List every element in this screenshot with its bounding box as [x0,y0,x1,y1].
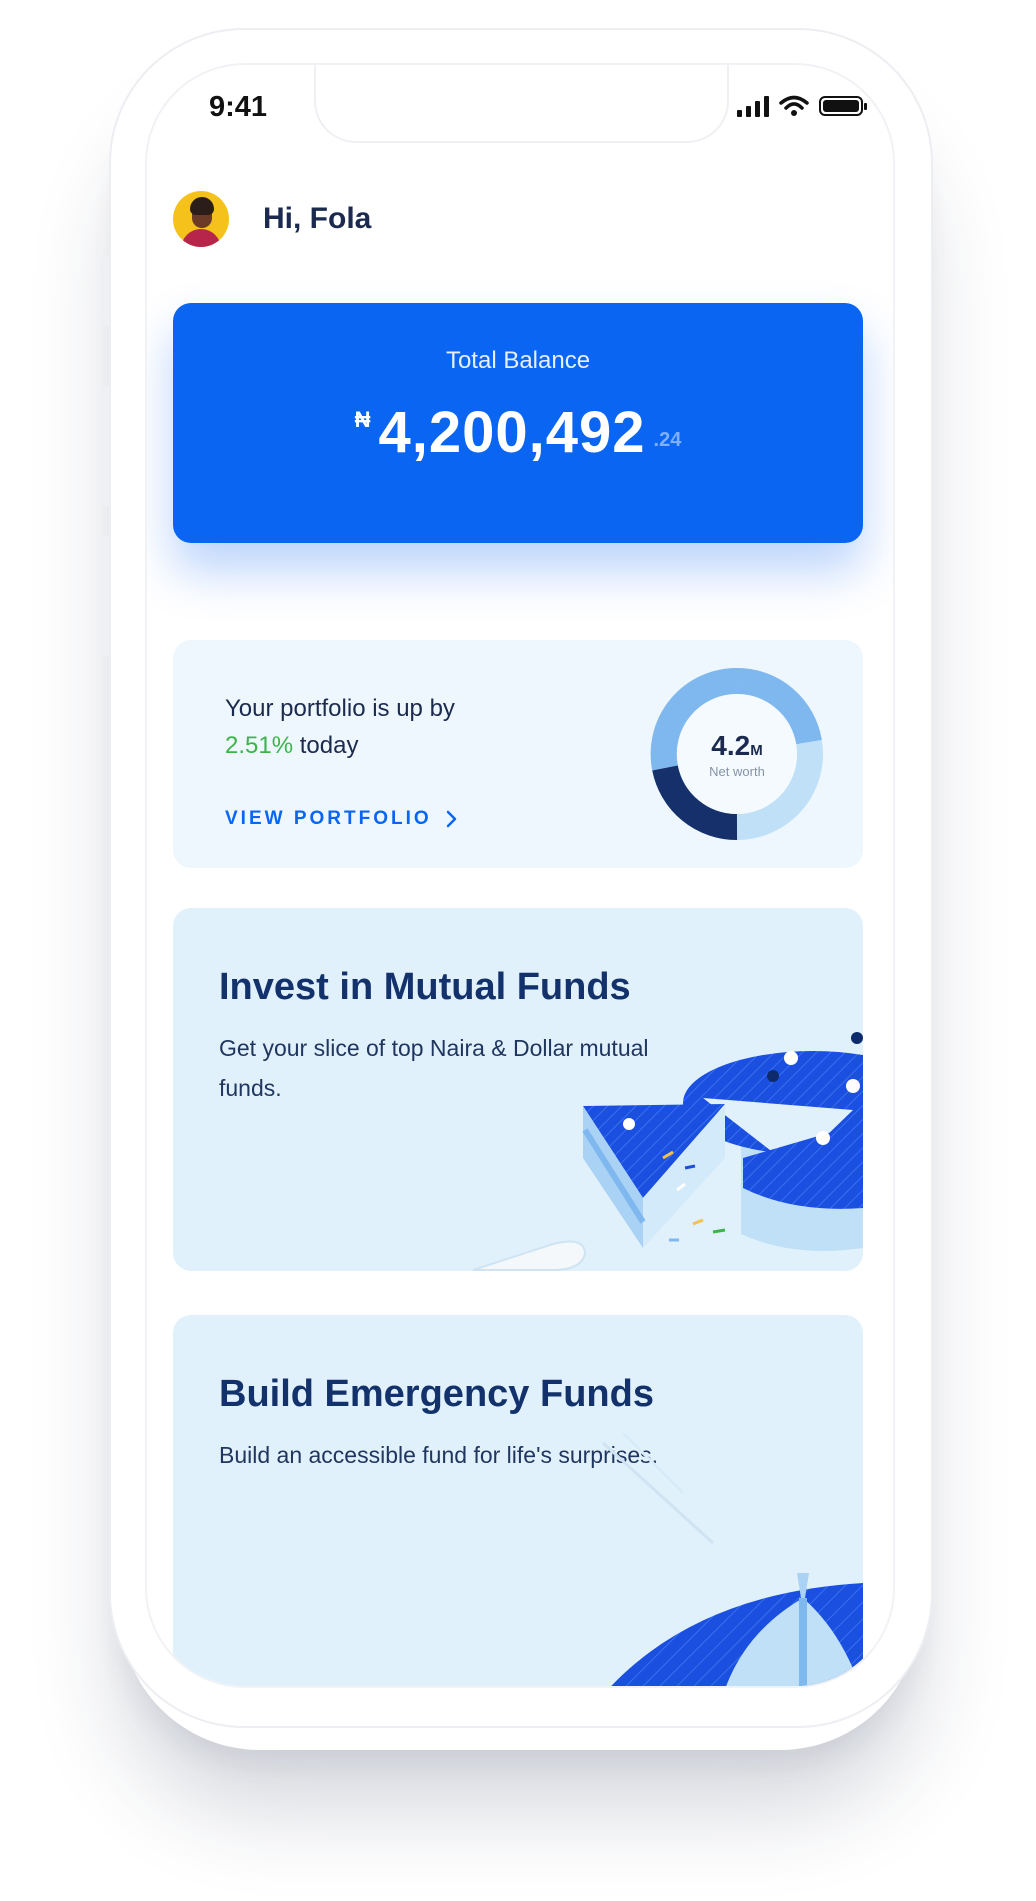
emergency-funds-title: Build Emergency Funds [219,1373,654,1415]
phone-screen: 9:41 Hi, Fola Total Balance ₦ 4,200,492 … [145,63,895,1688]
portfolio-text-suffix: today [299,732,359,759]
portfolio-summary: Your portfolio is up by 2.51% today [225,690,455,764]
avatar[interactable] [173,191,229,247]
balance-label: Total Balance [445,347,591,374]
view-portfolio-link[interactable]: VIEW PORTFOLIO [225,808,458,830]
cake-illustration [472,1032,863,1271]
mutual-funds-title: Invest in Mutual Funds [219,966,631,1008]
status-icons [737,95,867,117]
portfolio-text-prefix: Your portfolio is up by [225,695,455,722]
net-worth-unit: M [750,741,763,759]
cellular-signal-icon [737,95,769,117]
greeting-row: Hi, Fola [173,191,371,247]
view-portfolio-label: VIEW PORTFOLIO [225,808,432,829]
net-worth-value: 4.2M [711,730,762,762]
greeting-text: Hi, Fola [263,202,372,235]
net-worth-center: 4.2M Net worth [649,666,825,842]
notch [314,65,729,143]
portfolio-percent: 2.51% [225,732,294,759]
battery-icon [819,96,867,116]
wifi-icon [779,95,809,116]
emergency-funds-card[interactable]: Build Emergency Funds Build an accessibl… [173,1315,863,1686]
status-time: 9:41 [209,91,268,123]
umbrella-illustration [601,1433,863,1686]
portfolio-card: Your portfolio is up by 2.51% today VIEW… [173,640,863,868]
balance-cents: .24 [653,429,682,451]
mutual-funds-card[interactable]: Invest in Mutual Funds Get your slice of… [173,908,863,1271]
currency-symbol: ₦ [354,407,371,432]
net-worth-label: Net worth [709,763,765,779]
total-balance-card[interactable]: Total Balance ₦ 4,200,492 .24 [173,303,863,543]
net-worth-number: 4.2 [711,729,751,761]
balance-amount: ₦ 4,200,492 .24 [173,399,863,466]
balance-value: 4,200,492 [378,400,646,465]
chevron-right-icon [446,810,456,828]
